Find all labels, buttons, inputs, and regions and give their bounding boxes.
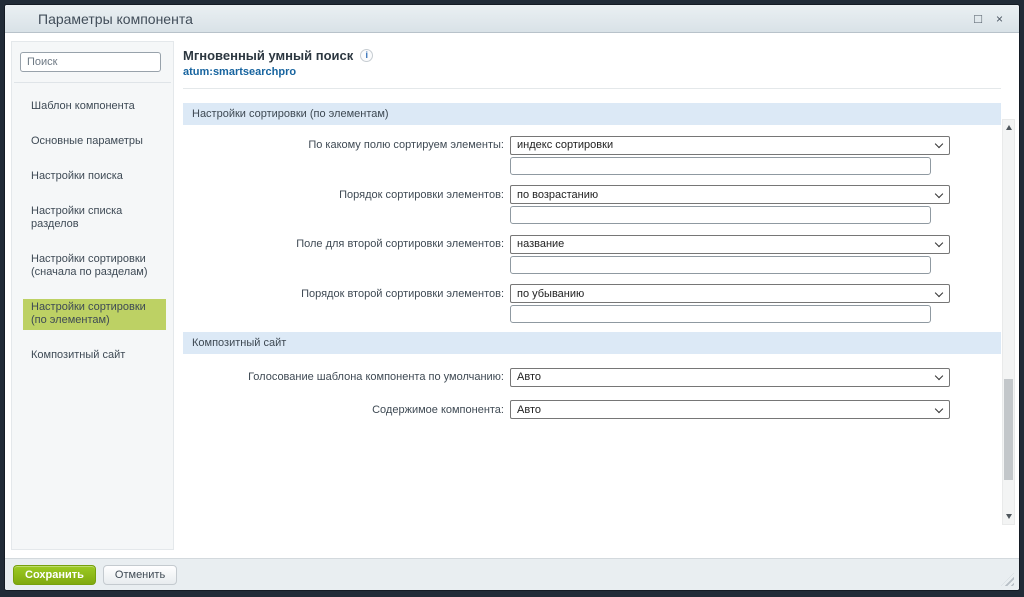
sort-order-select[interactable]: по возрастанию xyxy=(510,185,950,204)
dialog-title: Параметры компонента xyxy=(5,11,193,27)
sidebar-item-component-template[interactable]: Шаблон компонента xyxy=(23,98,166,116)
component-content-select-wrap: Авто xyxy=(510,400,950,420)
field-group: индекс сортировки xyxy=(510,135,950,175)
form-row: Поле для второй сортировки элементов: на… xyxy=(183,234,1001,274)
close-icon[interactable]: × xyxy=(996,13,1003,25)
second-sort-order-select[interactable]: по убыванию xyxy=(510,284,950,303)
field-group: название xyxy=(510,234,950,274)
dialog-footer: Сохранить Отменить xyxy=(5,558,1019,590)
dialog-titlebar[interactable]: Параметры компонента □ × xyxy=(5,5,1019,33)
sort-order-custom-input[interactable] xyxy=(510,206,931,224)
component-title-row: Мгновенный умный поиск i xyxy=(183,48,1001,63)
sort-field-select[interactable]: индекс сортировки xyxy=(510,136,950,155)
field-label: Порядок второй сортировки элементов: xyxy=(183,284,510,324)
second-sort-field-select[interactable]: название xyxy=(510,235,950,254)
sidebar-divider xyxy=(14,82,171,83)
form-row: Порядок второй сортировки элементов: по … xyxy=(183,284,1001,324)
sidebar-item-composite-site[interactable]: Композитный сайт xyxy=(23,347,166,365)
field-group: Авто xyxy=(510,367,950,387)
main-content: Мгновенный умный поиск i atum:smartsearc… xyxy=(183,48,1001,419)
sidebar-item-section-list-settings[interactable]: Настройки списка разделов xyxy=(23,203,166,234)
field-label: Голосование шаблона компонента по умолча… xyxy=(183,367,510,387)
maximize-icon[interactable]: □ xyxy=(974,12,982,25)
sidebar: Шаблон компонента Основные параметры Нас… xyxy=(11,41,174,550)
template-vote-select[interactable]: Авто xyxy=(510,368,950,387)
sort-field-select-wrap: индекс сортировки xyxy=(510,135,950,155)
second-sort-field-select-wrap: название xyxy=(510,234,950,254)
form-row: Порядок сортировки элементов: по возраст… xyxy=(183,185,1001,225)
form-row: По какому полю сортируем элементы: индек… xyxy=(183,135,1001,175)
component-code-link[interactable]: atum:smartsearchpro xyxy=(183,66,1001,78)
resize-grip[interactable] xyxy=(1001,573,1014,586)
window-controls: □ × xyxy=(974,12,1019,25)
field-group: по возрастанию xyxy=(510,185,950,225)
field-label: Порядок сортировки элементов: xyxy=(183,185,510,225)
field-label: По какому полю сортируем элементы: xyxy=(183,135,510,175)
sidebar-item-sort-by-elements[interactable]: Настройки сортировки (по элементам) xyxy=(23,299,166,330)
sidebar-item-search-settings[interactable]: Настройки поиска xyxy=(23,168,166,186)
second-sort-field-custom-input[interactable] xyxy=(510,256,931,274)
component-content-select[interactable]: Авто xyxy=(510,400,950,419)
component-parameters-dialog: Параметры компонента □ × Шаблон компонен… xyxy=(5,5,1019,590)
cancel-button[interactable]: Отменить xyxy=(103,565,177,585)
sidebar-item-sort-by-sections[interactable]: Настройки сортировки (сначала по раздела… xyxy=(23,251,166,282)
template-vote-select-wrap: Авто xyxy=(510,367,950,387)
section-header-sort-by-elements: Настройки сортировки (по элементам) xyxy=(183,103,1001,125)
vertical-scrollbar[interactable] xyxy=(1002,119,1015,525)
form-row: Содержимое компонента: Авто xyxy=(183,400,1001,420)
form-row: Голосование шаблона компонента по умолча… xyxy=(183,367,1001,387)
search-input[interactable] xyxy=(20,52,161,72)
scroll-down-icon[interactable] xyxy=(1006,514,1012,519)
section-header-composite-site: Композитный сайт xyxy=(183,332,1001,354)
field-group: по убыванию xyxy=(510,284,950,324)
section-rows-composite: Голосование шаблона компонента по умолча… xyxy=(183,367,1001,419)
second-sort-order-custom-input[interactable] xyxy=(510,305,931,323)
sidebar-item-main-parameters[interactable]: Основные параметры xyxy=(23,133,166,151)
page-title: Мгновенный умный поиск xyxy=(183,48,353,63)
field-label: Содержимое компонента: xyxy=(183,400,510,420)
field-label: Поле для второй сортировки элементов: xyxy=(183,234,510,274)
sidebar-nav: Шаблон компонента Основные параметры Нас… xyxy=(12,98,173,365)
sort-field-custom-input[interactable] xyxy=(510,157,931,175)
header-divider xyxy=(183,88,1001,89)
sort-order-select-wrap: по возрастанию xyxy=(510,185,950,205)
info-icon[interactable]: i xyxy=(360,49,373,62)
save-button[interactable]: Сохранить xyxy=(13,565,96,585)
field-group: Авто xyxy=(510,400,950,420)
scroll-up-icon[interactable] xyxy=(1006,125,1012,130)
scrollbar-thumb[interactable] xyxy=(1004,379,1013,480)
dialog-body: Шаблон компонента Основные параметры Нас… xyxy=(5,34,1019,558)
section-rows-sort: По какому полю сортируем элементы: индек… xyxy=(183,135,1001,323)
second-sort-order-select-wrap: по убыванию xyxy=(510,284,950,304)
